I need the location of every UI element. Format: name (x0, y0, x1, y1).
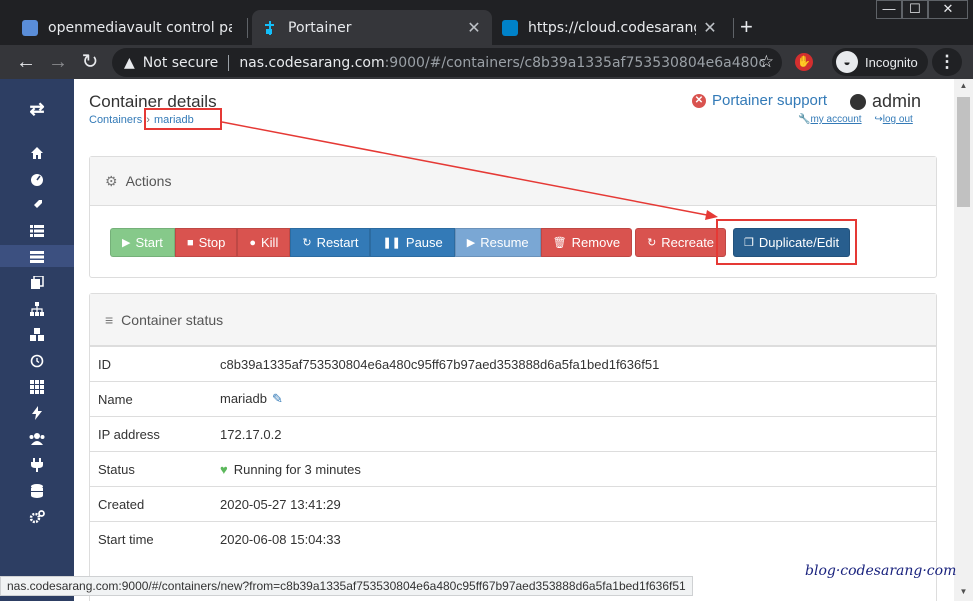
tab-title: https://cloud.codesarang.com (528, 19, 696, 36)
minimize-button[interactable]: — (876, 0, 902, 19)
back-icon[interactable]: ← (13, 49, 39, 75)
omnibox-divider (228, 54, 230, 71)
new-tab-button[interactable]: + (740, 14, 753, 40)
incognito-indicator[interactable]: ◒ Incognito (832, 48, 928, 76)
warning-icon[interactable]: ▲ (124, 55, 135, 71)
annotation-arrow (221, 121, 718, 220)
tab-divider (247, 18, 248, 38)
security-label[interactable]: Not secure (143, 55, 219, 71)
tab-title: Portainer (288, 19, 352, 36)
reload-icon[interactable]: ↻ (77, 49, 103, 75)
incognito-label: Incognito (865, 54, 918, 70)
browser-toolbar: ← → ↻ ▲ Not secure nas.codesarang.com :9… (0, 45, 973, 79)
tab-divider (733, 18, 734, 38)
forward-icon[interactable]: → (45, 49, 71, 75)
close-icon[interactable]: ✕ (702, 18, 718, 37)
url-host: nas.codesarang.com (239, 54, 385, 71)
tab-portainer[interactable]: Portainer ✕ (252, 10, 492, 45)
tab-nextcloud[interactable]: https://cloud.codesarang.com ✕ (492, 10, 728, 45)
close-window-button[interactable]: ✕ (928, 0, 968, 19)
maximize-button[interactable]: ☐ (902, 0, 928, 19)
extension-icon[interactable]: ✋ (795, 53, 813, 71)
incognito-icon: ◒ (836, 51, 858, 73)
portainer-icon (262, 20, 278, 36)
tab-title: openmediavault control panel - c (48, 19, 232, 36)
tab-omv[interactable]: openmediavault control panel - c (12, 10, 242, 45)
nextcloud-icon (502, 19, 518, 36)
omv-icon (22, 19, 38, 36)
bookmark-star-icon[interactable]: ☆ (759, 52, 774, 72)
browser-menu-icon[interactable]: ⋮ (932, 48, 962, 76)
address-bar[interactable]: ▲ Not secure nas.codesarang.com :9000/#/… (112, 48, 782, 77)
close-icon[interactable]: ✕ (466, 18, 482, 37)
tab-strip: openmediavault control panel - c Portain… (0, 0, 973, 45)
url-path: :9000/#/containers/c8b39a1335af753530804… (384, 54, 765, 71)
page-viewport: ⇄ Container details Containers › mariadb… (0, 79, 973, 601)
